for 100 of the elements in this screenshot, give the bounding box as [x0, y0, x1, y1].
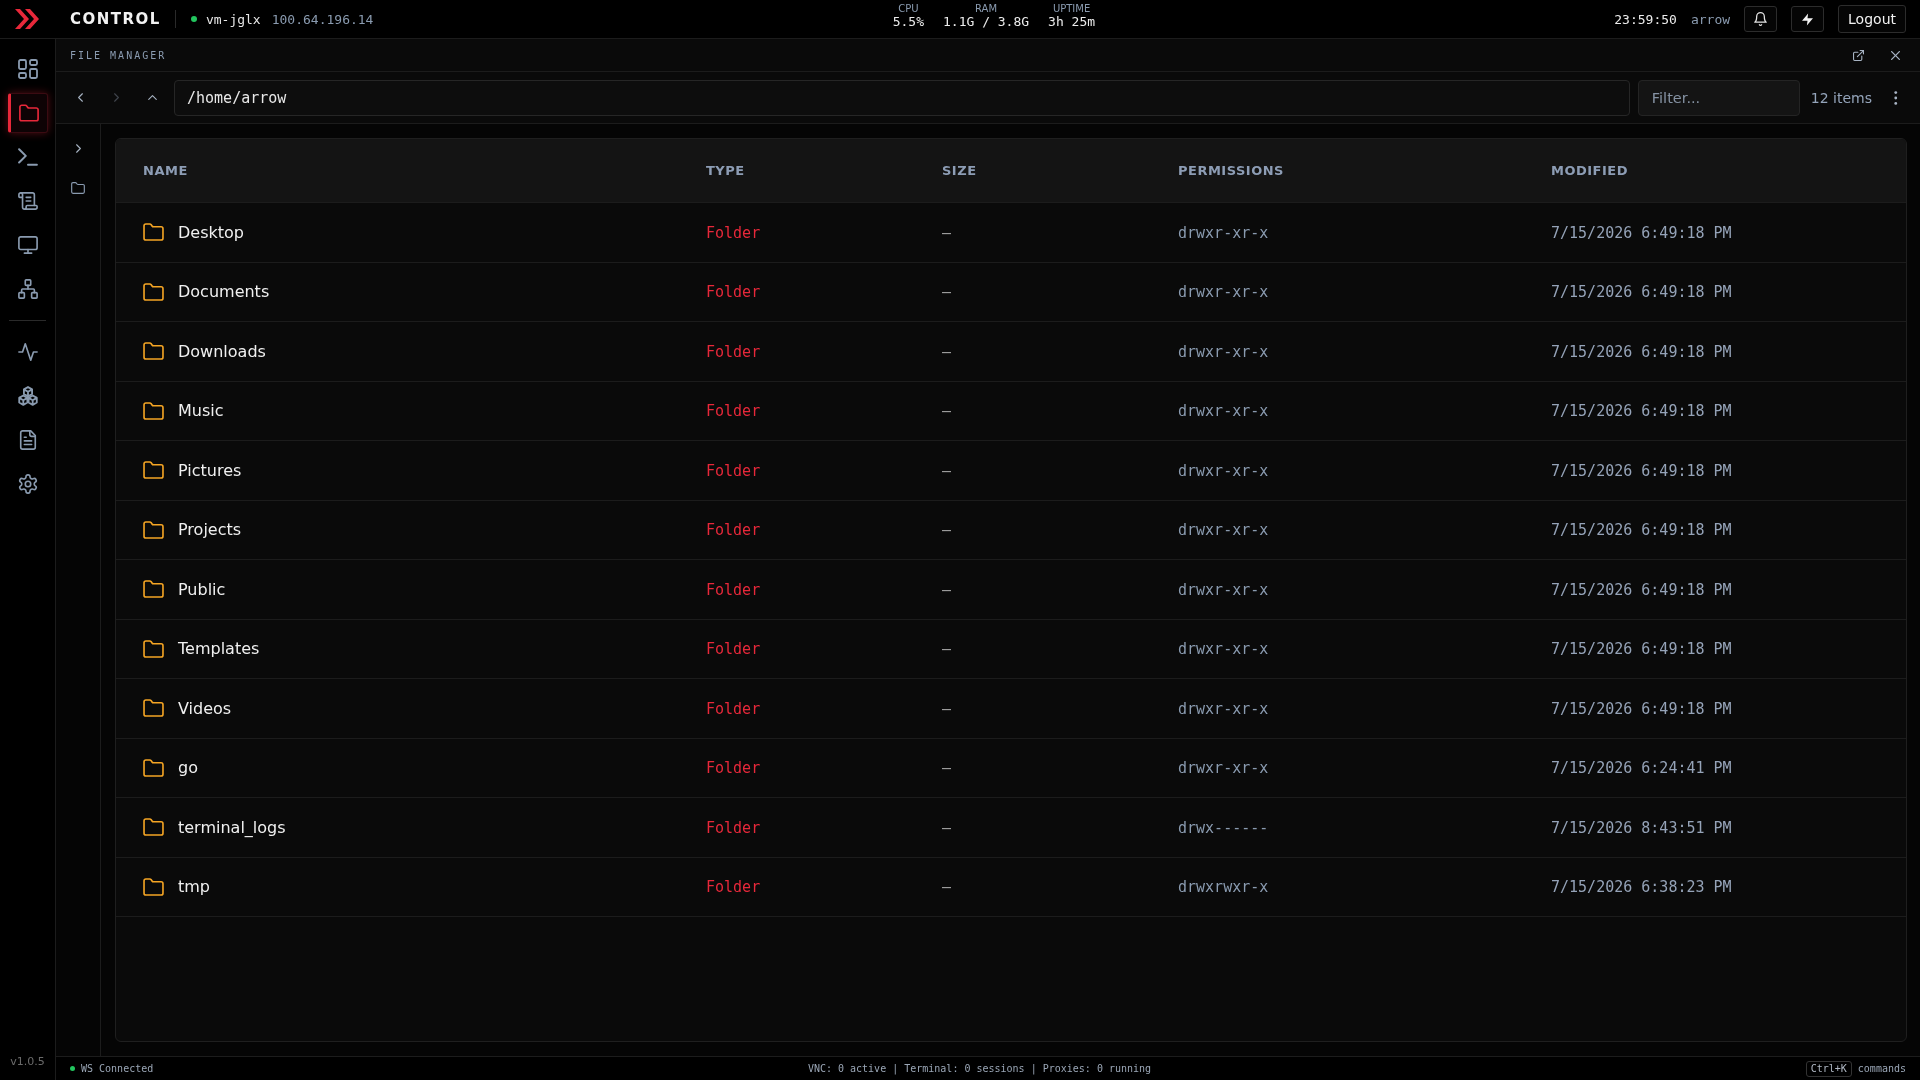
file-size: —: [942, 699, 952, 718]
modified-date: 7/15/2026 6:49:18 PM: [1551, 580, 1732, 599]
terminal-icon: [17, 147, 38, 167]
column-header[interactable]: NAME: [143, 163, 188, 178]
pulse-icon: [17, 342, 38, 362]
file-type: Folder: [706, 521, 761, 540]
network-icon: [17, 279, 38, 299]
file-type: Folder: [706, 640, 761, 659]
grid-icon: [17, 59, 38, 79]
monitor-icon: [17, 235, 38, 255]
file-permissions: drwxr-xr-x: [1178, 699, 1269, 718]
stat-value: 5.5%: [892, 15, 924, 29]
folder-icon[interactable]: [71, 182, 85, 194]
file-size: —: [942, 521, 952, 540]
file-name[interactable]: go: [178, 758, 198, 778]
file-name[interactable]: Documents: [178, 282, 270, 302]
folder-icon: [143, 639, 164, 658]
session-summary: VNC: 0 active | Terminal: 0 sessions | Proxies: 0 running: [807, 1063, 1152, 1074]
notifications-button[interactable]: [1744, 6, 1778, 32]
quick-action-button[interactable]: [1791, 6, 1825, 32]
keyboard-shortcut: Ctrl+K: [1805, 1060, 1852, 1077]
folder-icon: [143, 342, 164, 361]
folder-icon: [143, 401, 164, 420]
double-chevron-logo-icon: [13, 7, 40, 31]
file-type: Folder: [706, 223, 761, 242]
folder-icon: [18, 103, 39, 123]
modified-date: 7/15/2026 6:24:41 PM: [1551, 759, 1732, 778]
file-type: Folder: [706, 759, 761, 778]
document-icon: [17, 430, 38, 450]
folder-icon: [143, 223, 164, 242]
lightning-bolt-icon: [1802, 12, 1814, 26]
filter-field[interactable]: Filter...: [1637, 79, 1800, 116]
modified-date: 7/15/2026 6:49:18 PM: [1551, 342, 1732, 361]
file-permissions: drwxrwxr-x: [1178, 878, 1269, 897]
shortcut-label: commands: [1857, 1063, 1906, 1074]
settings-icon: [17, 474, 38, 494]
file-size: —: [942, 402, 952, 421]
file-name[interactable]: Pictures: [178, 460, 242, 480]
bell-icon: [1754, 12, 1768, 26]
host-ip: 100.64.196.14: [271, 11, 374, 27]
column-header[interactable]: SIZE: [942, 163, 977, 178]
file-size: —: [942, 640, 952, 659]
modified-date: 7/15/2026 6:49:18 PM: [1551, 283, 1732, 302]
folder-icon: [143, 699, 164, 718]
column-header[interactable]: MODIFIED: [1551, 163, 1628, 178]
file-type: Folder: [706, 283, 761, 302]
modified-date: 7/15/2026 8:43:51 PM: [1551, 818, 1732, 837]
file-name[interactable]: terminal_logs: [178, 817, 286, 837]
modified-date: 7/15/2026 6:38:23 PM: [1551, 878, 1732, 897]
file-type: Folder: [706, 402, 761, 421]
file-size: —: [942, 878, 952, 897]
file-permissions: drwxr-xr-x: [1178, 342, 1269, 361]
file-size: —: [942, 580, 952, 599]
stat-label: CPU: [898, 3, 919, 15]
more-icon: [1894, 90, 1898, 105]
file-size: —: [942, 818, 952, 837]
modified-date: 7/15/2026 6:49:18 PM: [1551, 402, 1732, 421]
file-permissions: drwxr-xr-x: [1178, 461, 1269, 480]
file-size: —: [942, 342, 952, 361]
file-name[interactable]: tmp: [178, 877, 210, 897]
modified-date: 7/15/2026 6:49:18 PM: [1551, 521, 1732, 540]
external-link-icon: [1852, 49, 1864, 61]
file-name[interactable]: Templates: [178, 639, 260, 659]
brand-name: CONTROL: [70, 10, 161, 28]
file-size: —: [942, 283, 952, 302]
modified-date: 7/15/2026 6:49:18 PM: [1551, 699, 1732, 718]
file-permissions: drwxr-xr-x: [1178, 521, 1269, 540]
stat-value: 3h 25m: [1048, 15, 1096, 29]
file-type: Folder: [706, 461, 761, 480]
stat-label: UPTIME: [1052, 3, 1091, 15]
file-permissions: drwxr-xr-x: [1178, 402, 1269, 421]
folder-icon: [143, 282, 164, 301]
path-field[interactable]: /home/arrow: [174, 79, 1630, 116]
file-size: —: [942, 461, 952, 480]
scroll-icon: [17, 191, 38, 211]
sidebar-nav-button[interactable]: [7, 93, 48, 133]
file-permissions: drwxr-xr-x: [1178, 759, 1269, 778]
column-header[interactable]: TYPE: [706, 163, 745, 178]
file-name[interactable]: Music: [178, 401, 224, 421]
item-count: 12 items: [1810, 89, 1872, 106]
connection-status: WS Connected: [81, 1063, 154, 1074]
logout-button[interactable]: Logout: [1838, 5, 1906, 33]
file-name[interactable]: Desktop: [178, 222, 244, 242]
file-permissions: drwx------: [1178, 818, 1269, 837]
folder-icon: [143, 758, 164, 777]
file-name[interactable]: Downloads: [178, 341, 266, 361]
close-icon: [1890, 50, 1900, 60]
file-size: —: [942, 223, 952, 242]
folder-icon: [143, 520, 164, 539]
stat-value: 1.1G / 3.8G: [943, 15, 1030, 29]
column-header[interactable]: PERMISSIONS: [1178, 163, 1284, 178]
clock-time: 23:59:50: [1614, 11, 1677, 27]
modified-date: 7/15/2026 6:49:18 PM: [1551, 223, 1732, 242]
file-name[interactable]: Videos: [178, 698, 232, 718]
file-type: Folder: [706, 818, 761, 837]
modified-date: 7/15/2026 6:49:18 PM: [1551, 461, 1732, 480]
file-name[interactable]: Projects: [178, 520, 242, 540]
user-name: arrow: [1690, 11, 1731, 27]
folder-icon: [143, 580, 164, 599]
file-name[interactable]: Public: [178, 579, 226, 599]
